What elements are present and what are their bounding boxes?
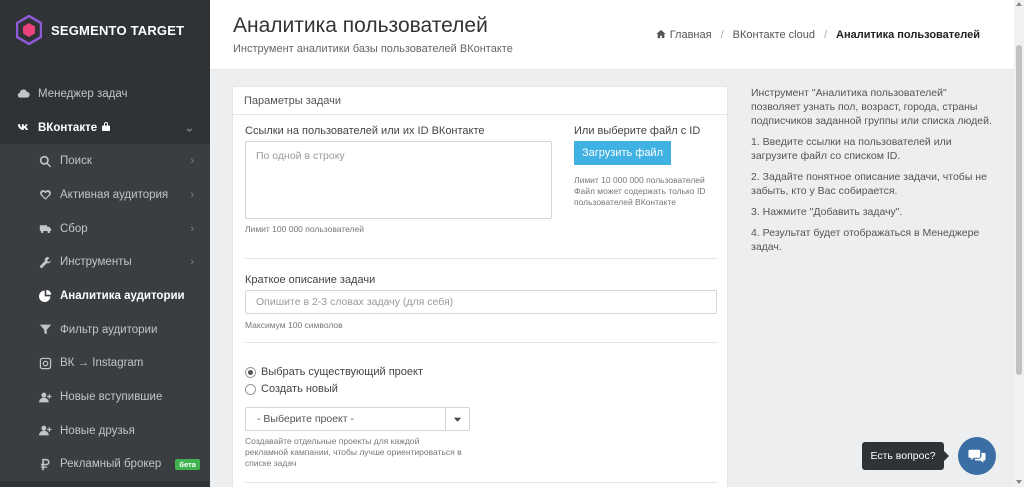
sidebar-item-vk-instagram[interactable]: ВК → Instagram	[0, 346, 210, 381]
user-plus-icon	[38, 390, 52, 404]
filter-icon	[38, 323, 52, 337]
page-scrollbar[interactable]	[1014, 0, 1024, 487]
chat-bubbles-icon	[968, 449, 986, 463]
scroll-down-arrow-icon[interactable]	[1016, 480, 1022, 484]
project-hint-2: рекламной кампании, чтобы лучше ориентир…	[245, 447, 462, 457]
project-hint-1: Создавайте отдельные проекты для каждой	[245, 436, 420, 446]
sidebar-item-audience-analytics[interactable]: Аналитика аудитории	[0, 279, 210, 313]
sidebar-item-active-audience[interactable]: Активная аудитория ›	[0, 178, 210, 212]
file-hint-format-2: пользователей ВКонтакте	[574, 197, 676, 207]
breadcrumb: Главная / ВКонтакте cloud / Аналитика по…	[656, 29, 980, 41]
wrench-icon	[38, 255, 52, 269]
instructions-intro: Инструмент "Аналитика пользователей" поз…	[751, 87, 992, 127]
sidebar-item-label: Новые друзья	[60, 424, 135, 437]
chat-button[interactable]	[958, 437, 996, 475]
file-hint-format: Файл может содержать только ID	[574, 186, 706, 196]
sidebar-item-task-manager[interactable]: Менеджер задач	[0, 77, 210, 111]
instructions-step-1: 1. Введите ссылки на пользователей или з…	[751, 136, 952, 162]
upload-file-button[interactable]: Загрузить файл	[574, 141, 671, 165]
divider	[245, 258, 717, 259]
sidebar-nav: Менеджер задач ВКонтакте ⌄ Поиск › Актив…	[0, 77, 210, 482]
heart-icon	[38, 188, 52, 202]
chevron-right-icon: ›	[190, 188, 194, 201]
sidebar-item-label: ВКонтакте	[38, 121, 98, 134]
breadcrumb-current: Аналитика пользователей	[836, 29, 980, 41]
file-hint-limit: Лимит 10 000 000 пользователей	[574, 175, 705, 185]
instructions-step-3: 3. Нажмите "Добавить задачу".	[751, 206, 903, 218]
divider	[245, 482, 717, 483]
radio-button-checked[interactable]	[245, 366, 256, 378]
page-header: Аналитика пользователей Инструмент анали…	[210, 0, 1014, 70]
sidebar-item-label: Аналитика аудитории	[60, 289, 185, 302]
sidebar-item-new-friends[interactable]: Новые друзья	[0, 413, 210, 448]
chevron-down-icon: ⌄	[184, 122, 194, 135]
radio-new-label: Создать новый	[261, 383, 338, 395]
cloud-icon	[16, 87, 30, 101]
chevron-down-icon[interactable]	[445, 408, 469, 430]
home-icon	[656, 29, 670, 41]
task-params-panel: Параметры задачи Ссылки на пользователей…	[232, 86, 728, 487]
sidebar-item-ad-broker[interactable]: Рекламный брокер бета	[0, 447, 210, 482]
radio-existing-label: Выбрать существующий проект	[261, 366, 423, 378]
chevron-right-icon: ›	[190, 222, 194, 235]
sidebar-item-label: ВК → Instagram	[60, 357, 144, 370]
breadcrumb-separator: /	[823, 29, 827, 41]
file-label: Или выберите файл с ID	[574, 125, 701, 137]
page-subtitle: Инструмент аналитики базы пользователей …	[233, 43, 513, 55]
desc-limit-hint: Максимум 100 символов	[245, 320, 343, 330]
vk-icon	[16, 121, 30, 135]
instructions-step-4: 4. Результат будет отображаться в Менедж…	[751, 227, 980, 253]
sidebar-item-label: Новые вступившие	[60, 391, 163, 404]
sidebar-item-collect[interactable]: Сбор ›	[0, 211, 210, 246]
page-title: Аналитика пользователей	[233, 14, 488, 37]
links-textarea[interactable]	[245, 141, 552, 219]
beta-badge: бета	[175, 458, 200, 470]
scroll-thumb[interactable]	[1016, 45, 1022, 375]
sidebar-item-new-members[interactable]: Новые вступившие	[0, 380, 210, 414]
radio-button[interactable]	[245, 383, 256, 395]
radio-new-project[interactable]: Создать новый	[245, 383, 338, 395]
sidebar-item-audience-filter[interactable]: Фильтр аудитории	[0, 312, 210, 347]
instructions-step-2: 2. Задайте понятное описание задачи, что…	[751, 171, 987, 197]
project-select[interactable]: - Выберите проект -	[245, 407, 470, 431]
sidebar-item-label: Поиск	[60, 155, 92, 168]
search-icon	[38, 154, 52, 168]
sidebar-item-label: Сбор	[60, 222, 88, 235]
task-description-input[interactable]	[245, 290, 717, 314]
sidebar-item-search[interactable]: Поиск ›	[0, 144, 210, 179]
logo[interactable]: SEGMENTO TARGET	[16, 12, 184, 48]
sidebar-item-tools[interactable]: Инструменты ›	[0, 245, 210, 280]
links-label: Ссылки на пользователей или их ID ВКонта…	[245, 125, 485, 137]
desc-label: Краткое описание задачи	[245, 274, 376, 286]
sidebar: SEGMENTO TARGET Менеджер задач ВКонтакте…	[0, 0, 210, 487]
sidebar-item-label: Рекламный брокер	[60, 458, 162, 471]
sidebar-item-label: Инструменты	[60, 256, 132, 269]
scroll-up-arrow-icon[interactable]	[1016, 2, 1022, 6]
links-limit-hint: Лимит 100 000 пользователей	[245, 224, 364, 234]
breadcrumb-vk-cloud[interactable]: ВКонтакте cloud	[733, 29, 815, 41]
sidebar-item-label: Фильтр аудитории	[60, 323, 158, 336]
instructions: Инструмент "Аналитика пользователей" поз…	[751, 86, 996, 261]
ruble-icon	[38, 457, 52, 471]
radio-existing-project[interactable]: Выбрать существующий проект	[245, 366, 423, 378]
chevron-right-icon: ›	[190, 256, 194, 269]
truck-icon	[38, 222, 52, 236]
divider	[245, 342, 717, 343]
sidebar-item-label: Менеджер задач	[38, 87, 128, 100]
pie-chart-icon	[38, 289, 52, 303]
chat-tooltip[interactable]: Есть вопрос?	[862, 442, 949, 470]
project-select-value: - Выберите проект -	[257, 413, 354, 425]
breadcrumb-separator: /	[720, 29, 724, 41]
lock-icon	[101, 121, 111, 134]
logo-icon	[16, 15, 42, 45]
brand-name: SEGMENTO TARGET	[51, 22, 185, 38]
user-plus-icon	[38, 424, 52, 438]
instagram-icon	[38, 356, 52, 370]
breadcrumb-home[interactable]: Главная	[670, 29, 712, 41]
project-hint-3: списке задач	[245, 458, 297, 468]
chevron-right-icon: ›	[190, 155, 194, 168]
panel-heading: Параметры задачи	[233, 87, 727, 115]
sidebar-item-vkontakte[interactable]: ВКонтакте ⌄	[0, 111, 210, 145]
sidebar-item-label: Активная аудитория	[60, 188, 169, 201]
